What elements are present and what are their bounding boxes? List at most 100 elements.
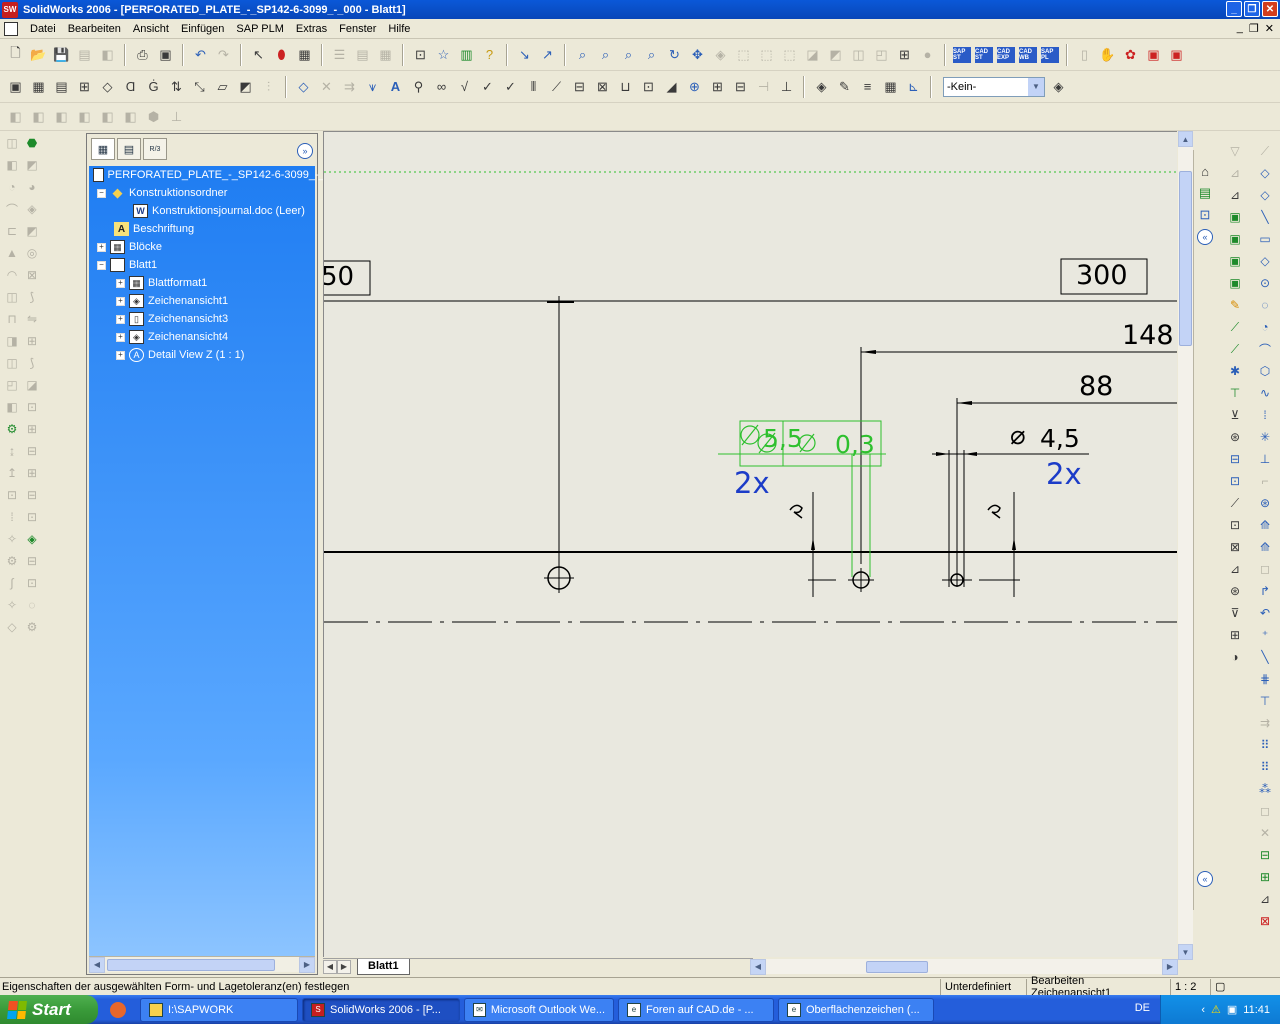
fillet-sketch-icon[interactable]: ⌐	[1255, 470, 1275, 492]
doc-close-button[interactable]: ✕	[1265, 22, 1274, 35]
menu-ansicht[interactable]: Ansicht	[127, 23, 175, 35]
section-view-icon[interactable]: ◫	[849, 45, 868, 64]
split-entities-icon[interactable]: ↶	[1255, 602, 1275, 624]
dowel-pin-icon[interactable]: ⊣	[754, 77, 773, 96]
mirror-sketch-icon[interactable]: ⟰	[1255, 514, 1275, 536]
zoom-fit-icon[interactable]: ⌕	[573, 45, 592, 64]
line-thickness-icon[interactable]: ≡	[858, 77, 877, 96]
grid-icon[interactable]: ▦	[376, 45, 395, 64]
fill-pattern-icon[interactable]: ⊡	[2, 484, 22, 506]
sketch-tool-icon[interactable]: ⟋	[1255, 140, 1275, 162]
view-orientation-icon[interactable]: ⊡	[411, 45, 430, 64]
gtol-diameter-5-5[interactable]: 5,5	[763, 424, 803, 453]
collapse-toggle-icon[interactable]: −	[97, 188, 106, 198]
trim-icon[interactable]: ⟰	[1255, 536, 1275, 558]
break-icon[interactable]: ▱	[213, 77, 232, 96]
line-icon[interactable]: ╲	[1255, 206, 1275, 228]
dots-pattern-icon[interactable]: ⁞	[2, 506, 22, 528]
fix-icon[interactable]: ⊥	[1255, 448, 1275, 470]
instant-3d-icon[interactable]: ⊡	[22, 506, 42, 528]
construction-icon[interactable]: ╲	[1255, 646, 1275, 668]
projected-view-icon[interactable]: ⊞	[75, 77, 94, 96]
list-icon[interactable]: ☰	[330, 45, 349, 64]
hole-series-icon[interactable]: ⊟	[22, 550, 42, 572]
scroll-left-icon[interactable]: ◀	[89, 956, 105, 973]
multi-jog-icon[interactable]: ⊟	[731, 77, 750, 96]
select-cosmetic-icon[interactable]: ⊡	[1225, 514, 1245, 536]
convert-icon[interactable]: ↱	[1255, 580, 1275, 602]
scroll-right-icon[interactable]: ▶	[1162, 958, 1178, 975]
tab-property-manager[interactable]: ▤	[117, 138, 141, 160]
home-icon[interactable]: ⌂	[1194, 160, 1216, 182]
document-menu-icon[interactable]	[4, 21, 18, 36]
dimension-diameter-4-5[interactable]: 4,5	[1040, 424, 1080, 453]
sap-st-icon[interactable]: SAP ST	[953, 46, 971, 63]
modify-sketch-icon[interactable]: ⊿	[1255, 888, 1275, 910]
select-table-icon[interactable]: ⊞	[1225, 624, 1245, 646]
weld-symbol-icon[interactable]: ✓	[478, 77, 497, 96]
quick-launch-firefox-icon[interactable]	[110, 1001, 126, 1018]
rectangle-icon[interactable]: ▭	[1255, 228, 1275, 250]
center-mark-icon[interactable]: ◢	[662, 77, 681, 96]
tree-item-beschriftung[interactable]: A Beschriftung	[89, 220, 315, 238]
select-surface-icon[interactable]: ⊛	[1225, 426, 1245, 448]
drawing-horizontal-scrollbar[interactable]: ◀ ▶	[750, 958, 1178, 975]
camera-icon[interactable]: ⊞	[895, 45, 914, 64]
surface-finish-icon[interactable]: √	[455, 77, 474, 96]
select-center-mark-icon[interactable]: ⊿	[1225, 558, 1245, 580]
table-pattern-icon[interactable]: ⊞	[22, 462, 42, 484]
scrollbar-thumb[interactable]	[866, 960, 928, 973]
shell-icon[interactable]: ⊏	[2, 220, 22, 242]
block-sketch-icon[interactable]: ◻	[1255, 800, 1275, 822]
point-icon[interactable]: ✳	[1255, 426, 1275, 448]
redo-icon[interactable]: ↷	[214, 45, 233, 64]
select-axes-icon[interactable]: ▣	[1225, 250, 1245, 272]
doc-restore-button[interactable]: ❐	[1249, 22, 1259, 35]
scale-icon[interactable]: ⊠	[22, 264, 42, 286]
sketch-tools-icon[interactable]: ⬣	[22, 132, 42, 154]
draft-icon[interactable]: ◩	[22, 220, 42, 242]
layer-properties-icon[interactable]: ◈	[812, 77, 831, 96]
dots-grid-icon[interactable]: ⠿	[1255, 756, 1275, 778]
left-view-icon[interactable]: ◧	[75, 107, 94, 126]
select-balloons-icon[interactable]: ✱	[1225, 360, 1245, 382]
select-pointer-icon[interactable]: ↖	[249, 45, 268, 64]
back-view-icon[interactable]: ◧	[52, 107, 71, 126]
expand-toggle-icon[interactable]: +	[116, 350, 125, 360]
options-icon[interactable]: ▦	[295, 45, 314, 64]
gear-icon[interactable]: ⚙	[2, 550, 22, 572]
rigid-icon[interactable]: ✕	[1255, 822, 1275, 844]
alternate-position-icon[interactable]: ⫶	[259, 77, 278, 96]
shadows-icon[interactable]: ◩	[826, 45, 845, 64]
collapse-task-pane-icon[interactable]: «	[1197, 229, 1213, 245]
cosmetic-thread-icon[interactable]: ⊞	[708, 77, 727, 96]
isometric-view-icon[interactable]: ⬢	[144, 107, 163, 126]
auxiliary-view-icon[interactable]: ◇	[98, 77, 117, 96]
tree-horizontal-scrollbar[interactable]: ◀ ▶	[89, 956, 315, 973]
sketch-icon[interactable]: ▯	[1075, 45, 1094, 64]
print-preview-icon[interactable]: ▣	[156, 45, 175, 64]
quantity-2x-right[interactable]: 2x	[1046, 457, 1082, 491]
select-blocks-icon[interactable]: ⟋	[1225, 492, 1245, 514]
circular-array-icon[interactable]: ⁂	[1255, 778, 1275, 800]
wireframe-icon[interactable]: ⬚	[734, 45, 753, 64]
display-relations-icon[interactable]: ⇉	[1255, 712, 1275, 734]
toolbox-icon[interactable]: ✿	[1121, 45, 1140, 64]
tab-blatt1[interactable]: Blatt1	[357, 958, 410, 975]
scrollbar-thumb[interactable]	[1179, 171, 1192, 346]
taskbar-item-cad-forum[interactable]: e Foren auf CAD.de - ...	[618, 997, 774, 1022]
select-faces-icon[interactable]: ⊿	[1225, 184, 1245, 206]
scroll-down-icon[interactable]: ▼	[1178, 944, 1193, 960]
zoom-in-out-icon[interactable]: ⌕	[619, 45, 638, 64]
select-notes-icon[interactable]: ⟋	[1225, 338, 1245, 360]
expand-toggle-icon[interactable]: +	[116, 314, 125, 324]
standard-3view-icon[interactable]: ▦	[29, 77, 48, 96]
model-items-icon[interactable]: ▣	[6, 77, 25, 96]
sheet-prev-icon[interactable]: ◀	[323, 959, 337, 974]
make-part-icon[interactable]: ◧	[98, 45, 117, 64]
sap-pl-icon[interactable]: SAP PL	[1041, 46, 1059, 63]
hide-show-edges-icon[interactable]: ⊾	[904, 77, 923, 96]
layer-combo[interactable]: -Kein- ▼	[943, 76, 1045, 97]
three-point-arc-icon[interactable]: ⌒	[1255, 338, 1275, 360]
select-dowel-icon[interactable]: ⊛	[1225, 580, 1245, 602]
